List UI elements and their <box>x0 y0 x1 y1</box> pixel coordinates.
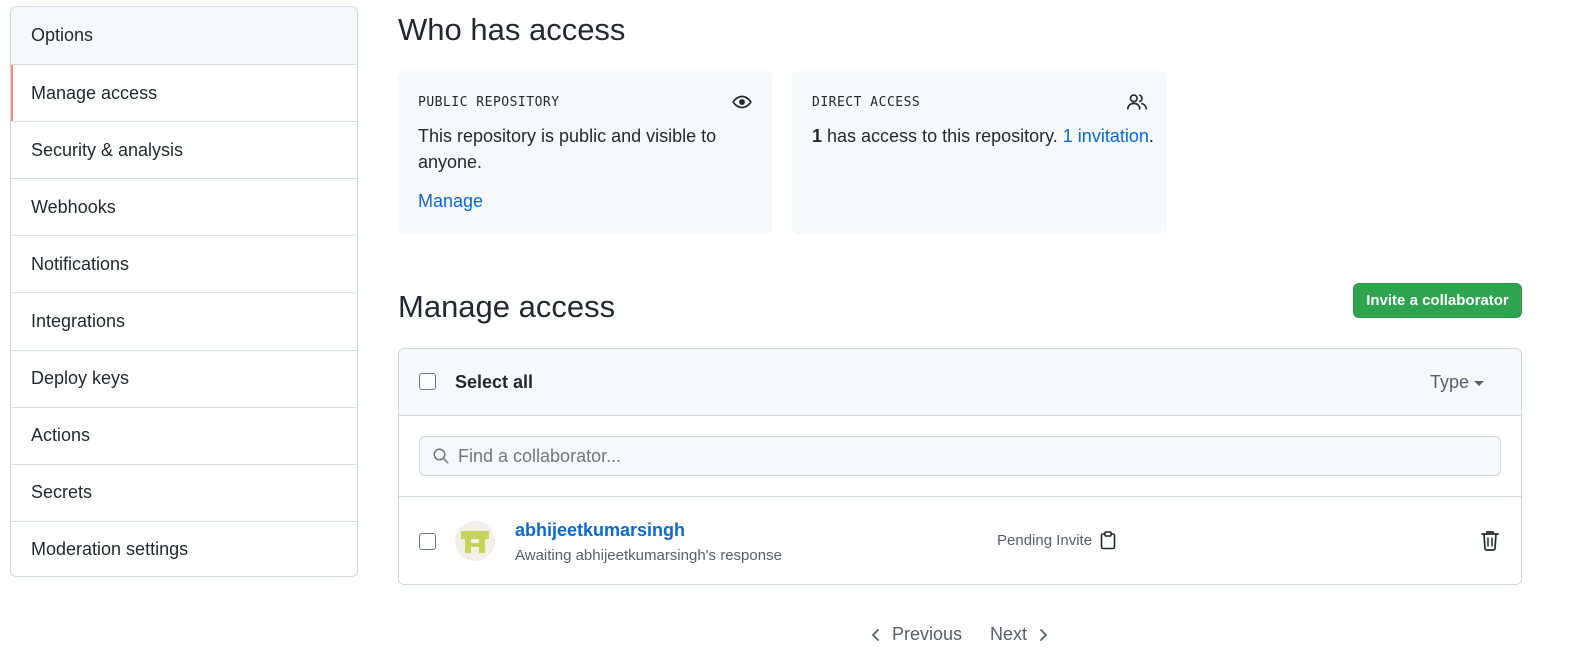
collaborator-search-input[interactable] <box>458 445 1458 467</box>
next-page-button[interactable]: Next <box>990 624 1049 645</box>
table-row: abhijeetkumarsingh Awaiting abhijeetkuma… <box>399 497 1521 584</box>
pending-invite-label: Pending Invite <box>997 532 1093 549</box>
settings-page: Options Manage access Security & analysi… <box>0 0 1576 666</box>
sidebar-item-label: Webhooks <box>31 196 116 217</box>
sidebar-item-label: Options <box>31 25 94 46</box>
sidebar-item-deploy-keys[interactable]: Deploy keys <box>11 349 357 407</box>
search-row <box>399 416 1521 497</box>
sidebar-item-moderation-settings[interactable]: Moderation settings <box>11 520 357 576</box>
avatar[interactable] <box>455 521 495 561</box>
card-label: DIRECT ACCESS <box>812 95 921 110</box>
collaborators-table: Select all Type Find a collaborator... a… <box>398 348 1522 585</box>
sidebar-item-label: Security & analysis <box>31 139 184 160</box>
type-filter-label: Type <box>1430 372 1470 392</box>
sidebar-item-label: Integrations <box>31 311 126 332</box>
sidebar-item-notifications[interactable]: Notifications <box>11 235 357 292</box>
direct-access-text: 1 has access to this repository. 1 invit… <box>812 123 1157 149</box>
previous-page-button[interactable]: Previous <box>870 624 962 645</box>
clipboard-icon[interactable] <box>1100 531 1116 550</box>
type-filter-dropdown[interactable]: Type <box>1430 372 1485 393</box>
sidebar-item-security-analysis[interactable]: Security & analysis <box>11 121 357 178</box>
select-all-label: Select all <box>455 372 534 392</box>
sidebar-item-secrets[interactable]: Secrets <box>11 463 357 521</box>
sidebar-item-label: Manage access <box>31 82 158 103</box>
public-repository-text: This repository is public and visible to… <box>418 126 717 172</box>
direct-access-description: has access to this repository. <box>822 126 1063 146</box>
invitation-link[interactable]: 1 invitation <box>1063 126 1149 146</box>
collaborator-search-box[interactable] <box>419 436 1501 476</box>
chevron-left-icon <box>872 628 879 641</box>
table-header: Select all Type <box>399 349 1521 416</box>
invite-collaborator-button[interactable]: Invite a collaborator <box>1353 283 1522 318</box>
manage-access-heading: Manage access <box>398 289 616 324</box>
next-label: Next <box>990 624 1028 644</box>
sidebar-item-integrations[interactable]: Integrations <box>11 292 357 349</box>
eye-icon <box>732 95 752 109</box>
sidebar-item-label: Actions <box>31 425 91 446</box>
access-count: 1 <box>812 126 823 146</box>
sidebar-item-label: Notifications <box>31 253 130 274</box>
card-label: PUBLIC REPOSITORY <box>418 95 560 110</box>
search-icon <box>433 448 449 464</box>
manage-visibility-link[interactable]: Manage <box>418 188 483 214</box>
sidebar-item-webhooks[interactable]: Webhooks <box>11 178 357 235</box>
public-repository-card: PUBLIC REPOSITORY This repository is pub… <box>398 71 772 234</box>
chevron-right-icon <box>1040 628 1047 641</box>
row-checkbox[interactable] <box>419 533 436 550</box>
who-has-access-heading: Who has access <box>398 12 626 47</box>
previous-label: Previous <box>892 624 963 644</box>
pending-invite-status: Pending Invite <box>997 531 1116 550</box>
trash-icon[interactable] <box>1480 529 1500 551</box>
direct-access-card: DIRECT ACCESS 1 has access to this repos… <box>792 71 1167 234</box>
sidebar-item-actions[interactable]: Actions <box>11 406 357 464</box>
sidebar-item-label: Deploy keys <box>31 368 130 389</box>
direct-access-suffix: . <box>1148 126 1154 146</box>
collaborator-username-link[interactable]: abhijeetkumarsingh <box>515 520 685 541</box>
sidebar-item-options[interactable]: Options <box>11 7 357 65</box>
sidebar-item-manage-access[interactable]: Manage access <box>11 64 357 122</box>
caret-down-icon <box>1474 381 1485 386</box>
settings-sidebar: Options Manage access Security & analysi… <box>10 6 358 577</box>
identicon-icon <box>455 521 495 561</box>
sidebar-item-label: Moderation settings <box>31 539 189 560</box>
select-all-checkbox[interactable] <box>419 373 436 390</box>
collaborator-status-text: Awaiting abhijeetkumarsingh's response <box>515 547 782 564</box>
sidebar-item-label: Secrets <box>31 482 93 503</box>
people-icon <box>1127 94 1147 110</box>
